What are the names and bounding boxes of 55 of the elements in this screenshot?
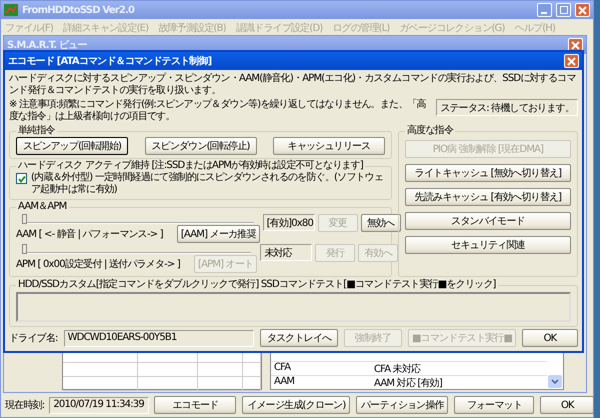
slider-thumb[interactable] [22, 214, 27, 224]
clock-label: 現在時刻: [5, 398, 44, 412]
button[interactable]: OK [540, 396, 594, 414]
notice-text: ※ 注意事項:頻繁にコマンド発行(例:スピンアップ＆ダウン等)を繰り返してはなりません。また、「高度な指令」は上級者様向けの項目です。 [9, 99, 427, 123]
checkbox-label: (内蔵＆外付型) 一定時間経過にて強制的にスピンダウンされるのを防ぐ。(ソフトウェア起動中は常に有効) [31, 172, 384, 196]
attribute-value: CFA 未対応 [373, 362, 422, 376]
minimize-button[interactable] [537, 3, 552, 17]
checkbox[interactable] [16, 173, 27, 184]
group-title: HDD/SSDカスタム[指定コマンドをダブルクリックで発行] SSDコマンドテスト[■コマンドテスト実行■をクリック] [17, 279, 497, 291]
scroll-down-icon[interactable] [548, 375, 562, 388]
attribute-name: AAM [273, 376, 296, 389]
button[interactable]: 先読みキャッシュ [有効へ切り替え] [405, 188, 571, 206]
close-icon [578, 6, 587, 14]
app-icon [4, 4, 18, 16]
button[interactable]: スピンアップ(回転開始) [16, 137, 128, 155]
button[interactable]: タスクトレイへ [260, 329, 338, 347]
window-title: FromHDDtoSSD Ver2.0 [22, 4, 136, 16]
window-title: エコモード [ATAコマンド＆コマンドテスト制御] [8, 54, 212, 68]
button[interactable]: OK [522, 329, 578, 347]
button[interactable]: 無効へ [360, 214, 401, 232]
reading-field: [有効]0x80 [262, 214, 315, 231]
drive-label: ドライブ名: [9, 332, 58, 345]
attribute-value: AAM 対応 [有効] [373, 376, 443, 390]
attribute-name: CFA [273, 362, 292, 375]
group-title: 高度な指令 [406, 125, 454, 137]
button[interactable]: キャッシュリリース [273, 137, 385, 155]
slider-label: APM [ 0x00設定受付 | 送付パラメタ-> ] [16, 258, 180, 271]
button[interactable]: エコモード [154, 396, 236, 414]
reading-field: 未対応 [260, 244, 312, 261]
group-title: AAM＆APM [17, 201, 68, 213]
close-icon [567, 56, 576, 66]
button[interactable]: パーティション操作 [356, 396, 448, 414]
maximize-button[interactable] [556, 3, 571, 17]
group-title: 単純指令 [17, 125, 56, 137]
slider[interactable] [22, 244, 252, 254]
close-button[interactable] [575, 3, 590, 17]
maximize-icon [560, 6, 568, 14]
group-title: ハードディスク アクティブ維持 [注:SSDまたはAPMが有効時は設定不可となります] [17, 160, 364, 172]
command-list[interactable] [16, 292, 571, 322]
clock-field: 2010/07/19 11:34:39 [49, 396, 150, 414]
slider-label: AAM [ <- 静音 | パフォーマンス-> ] [16, 228, 163, 241]
window-title: S.M.A.R.T. ビュー [7, 38, 88, 52]
button[interactable]: ライトキャッシュ [無効へ切り替え] [405, 164, 571, 182]
button[interactable]: フォーマット [454, 396, 534, 414]
close-icon [571, 40, 580, 50]
description-text: ハードディスクに対するスピンアップ・スピンダウン・AAM(静音化)・APM(エコ化)・カスタムコマンドの実行および、SSDに対するコマンド発行＆コマンドテストの実行を取り扱います。 [9, 73, 576, 97]
button[interactable]: [AAM] メーカ推奨 [176, 225, 260, 243]
button[interactable]: スタンバイモード [405, 212, 571, 230]
slider-thumb[interactable] [22, 244, 27, 254]
button[interactable]: セキュリティ関連 [405, 236, 571, 254]
button[interactable]: イメージ生成(クローン) [242, 396, 350, 414]
drive-field: WDCWD10EARS-00Y5B1 [64, 330, 254, 346]
button[interactable]: スピンダウン(回転停止) [144, 137, 256, 155]
status-field: ステータス: 待機しております。 [436, 99, 578, 116]
close-button[interactable] [564, 54, 579, 68]
